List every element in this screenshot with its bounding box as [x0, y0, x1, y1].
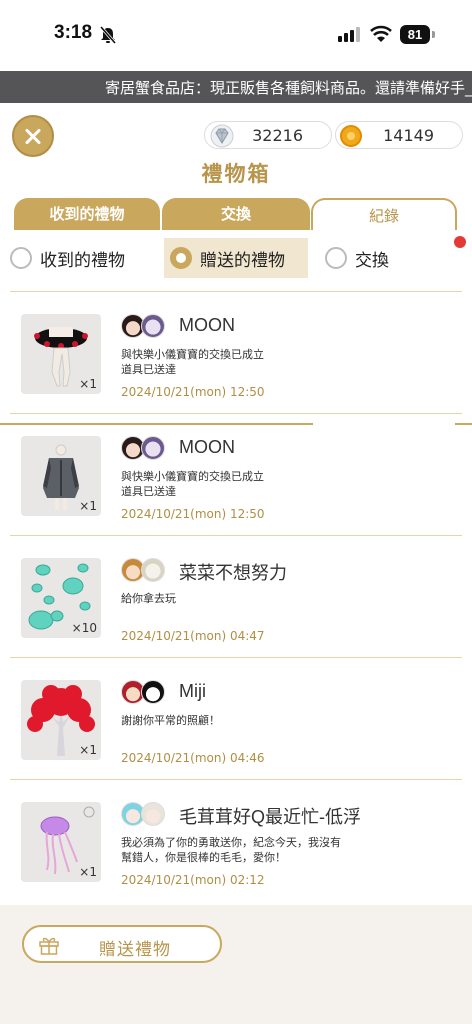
- coin-balance: 14149: [335, 121, 463, 149]
- gift-record-row[interactable]: ×1 MOON 與快樂小儀寶寶的交換已成立 道具已送達 2024/10/21(m…: [0, 292, 472, 414]
- battery-level: 81: [400, 25, 430, 44]
- gift-message: 與快樂小儀寶寶的交換已成立 道具已送達: [121, 348, 264, 376]
- gift-record-row[interactable]: ×1 Miji 謝謝你平常的照顧！ 2024/10/21(mon) 04:46: [0, 658, 472, 780]
- gift-message: 與快樂小儀寶寶的交換已成立 道具已送達: [121, 470, 264, 498]
- send-gift-label: 贈送禮物: [99, 940, 171, 960]
- sender-name: 菜菜不想努力: [179, 563, 287, 583]
- cellular-signal-icon: [338, 27, 360, 42]
- avatar: [141, 436, 165, 460]
- gift-quantity: ×1: [79, 499, 97, 513]
- sender-name: 毛茸茸好Q最近忙-低浮: [179, 807, 361, 827]
- tab-records[interactable]: 紀錄: [311, 198, 457, 230]
- avatar: [141, 680, 165, 704]
- gift-date: 2024/10/21(mon) 04:47: [121, 629, 265, 643]
- filter-received-radio[interactable]: 收到的禮物: [10, 238, 125, 278]
- status-bar: 3:18 81: [0, 0, 472, 70]
- avatar-pair: [121, 802, 171, 828]
- radio-unchecked-icon: [325, 247, 347, 269]
- record-filter: 收到的禮物 贈送的禮物 交換: [0, 238, 472, 280]
- gift-message: 謝謝你平常的照顧！: [121, 714, 220, 727]
- bell-muted-icon: [99, 26, 117, 44]
- radio-checked-icon: [170, 247, 192, 269]
- coin-icon: [340, 125, 362, 147]
- sender-name: Miji: [179, 681, 206, 701]
- diamond-count: 32216: [252, 126, 303, 145]
- gift-record-row[interactable]: ×1 毛茸茸好Q最近忙-低浮 我必須為了你的勇敢送你，紀念今天，我沒有幫錯人，你…: [0, 780, 472, 902]
- gift-item-thumbnail: ×1: [21, 436, 101, 516]
- tab-exchange[interactable]: 交換: [162, 198, 310, 230]
- filter-label: 贈送的禮物: [200, 250, 285, 271]
- gift-message: 給你拿去玩: [121, 592, 176, 605]
- avatar-pair: [121, 680, 171, 706]
- gift-quantity: ×1: [79, 743, 97, 757]
- diamond-icon: [210, 124, 234, 148]
- gift-box-icon: [39, 937, 59, 955]
- status-time: 3:18: [54, 22, 93, 43]
- gift-quantity: ×1: [79, 865, 97, 879]
- tab-received[interactable]: 收到的禮物: [14, 198, 160, 230]
- wifi-icon: [370, 25, 392, 42]
- avatar: [141, 314, 165, 338]
- diamond-balance: 32216: [204, 121, 332, 149]
- filter-label: 交換: [355, 250, 389, 271]
- avatar-pair: [121, 436, 171, 462]
- gift-record-row[interactable]: ×1 MOON 與快樂小儀寶寶的交換已成立 道具已送達 2024/10/21(m…: [0, 414, 472, 536]
- gift-item-thumbnail: ×1: [21, 314, 101, 394]
- avatar: [141, 558, 165, 582]
- radio-unchecked-icon: [10, 247, 32, 269]
- gift-item-thumbnail: ×1: [21, 802, 101, 882]
- announcement-text: 寄居蟹食品店：現正販售各種飼料商品。還請準備好手_: [105, 79, 472, 97]
- gift-date: 2024/10/21(mon) 02:12: [121, 873, 265, 887]
- avatar-pair: [121, 558, 171, 584]
- filter-exchange-radio[interactable]: 交換: [325, 238, 389, 278]
- gift-item-thumbnail: ×1: [21, 680, 101, 760]
- gift-quantity: ×10: [71, 621, 97, 635]
- gift-record-row[interactable]: ×10 菜菜不想努力 給你拿去玩 2024/10/21(mon) 04:47: [0, 536, 472, 658]
- filter-label: 收到的禮物: [40, 250, 125, 271]
- gift-quantity: ×1: [79, 377, 97, 391]
- filter-sent-radio[interactable]: 贈送的禮物: [164, 238, 308, 278]
- footer-bar: 贈送禮物: [0, 905, 472, 1024]
- close-button[interactable]: [12, 115, 54, 157]
- notification-dot: [454, 236, 466, 248]
- sender-name: MOON: [179, 315, 235, 335]
- gift-date: 2024/10/21(mon) 12:50: [121, 385, 265, 399]
- page-title: 禮物箱: [201, 162, 271, 186]
- avatar-pair: [121, 314, 171, 340]
- avatar: [141, 802, 165, 826]
- send-gift-button[interactable]: 贈送禮物: [22, 925, 222, 963]
- sender-name: MOON: [179, 437, 235, 457]
- gift-message: 我必須為了你的勇敢送你，紀念今天，我沒有幫錯人，你是很棒的毛毛，愛你！: [121, 836, 341, 864]
- announcement-marquee: 寄居蟹食品店：現正販售各種飼料商品。還請準備好手_: [0, 71, 472, 103]
- gift-item-thumbnail: ×10: [21, 558, 101, 638]
- coin-count: 14149: [383, 126, 434, 145]
- tab-bar: 收到的禮物 交換 紀錄: [0, 196, 472, 425]
- gift-date: 2024/10/21(mon) 04:46: [121, 751, 265, 765]
- battery-tip: [432, 31, 435, 38]
- gift-date: 2024/10/21(mon) 12:50: [121, 507, 265, 521]
